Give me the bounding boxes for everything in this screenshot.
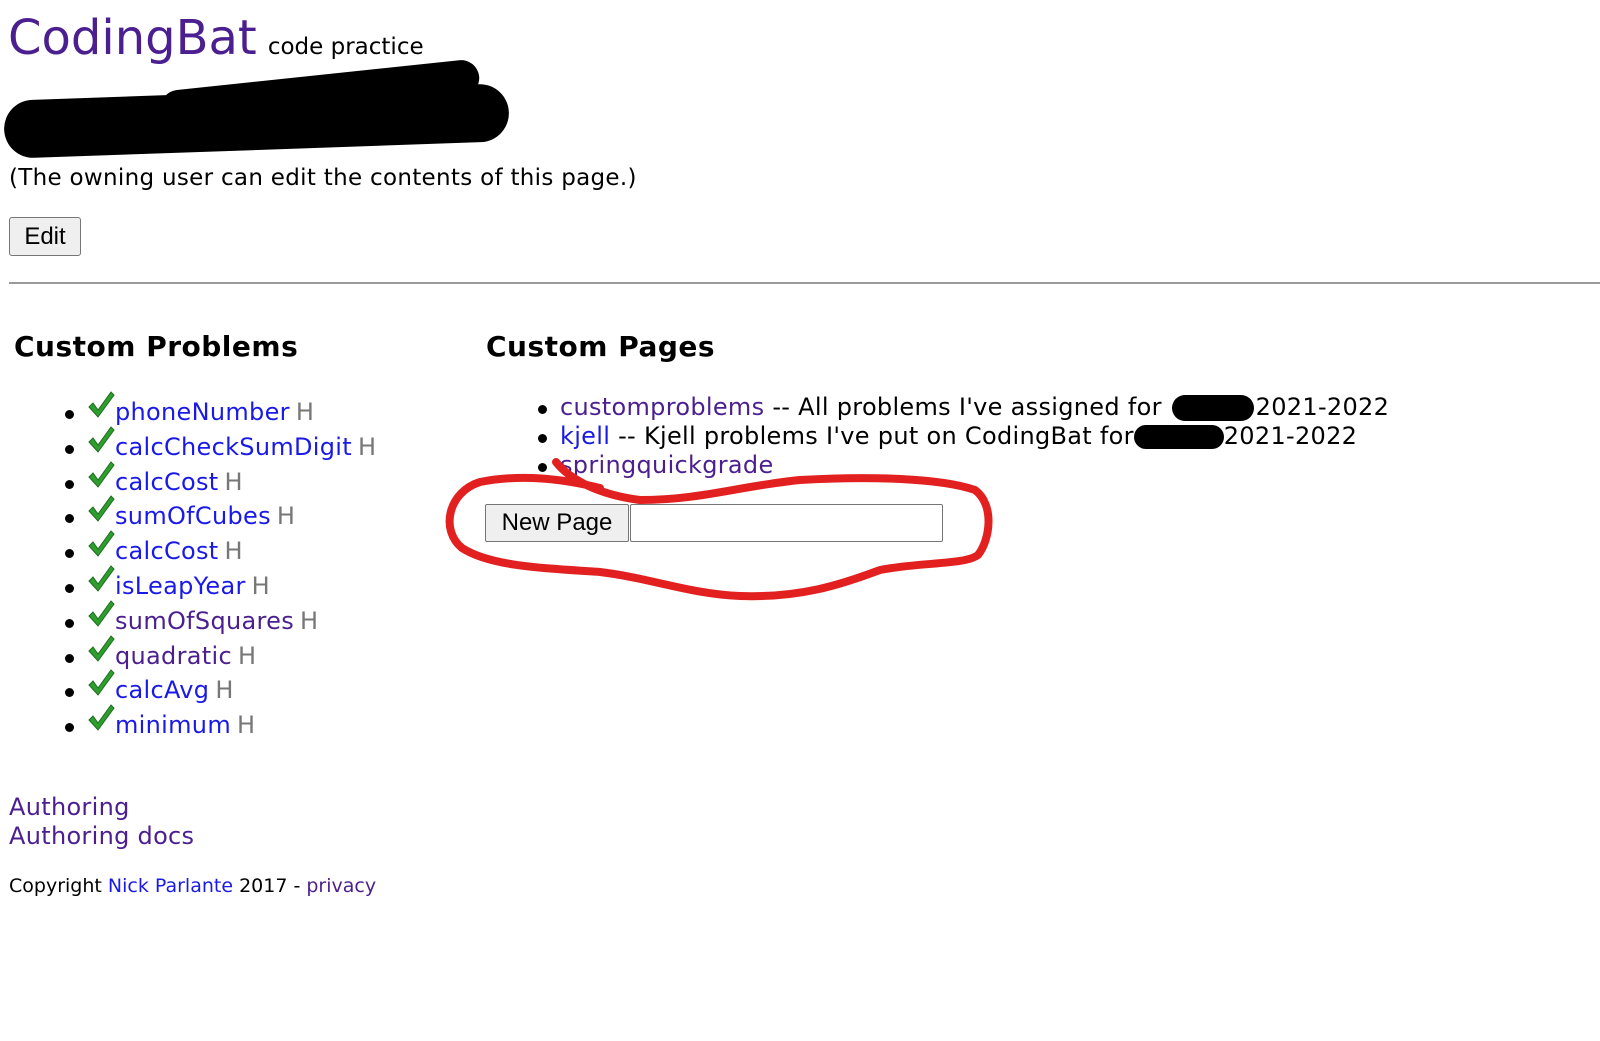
authoring-docs-link[interactable]: Authoring docs — [9, 822, 194, 851]
page: CodingBat code practice (The owning user… — [0, 0, 1600, 1041]
problem-flag: H — [251, 571, 270, 600]
page-description: -- All problems I've assigned for — [764, 393, 1170, 421]
custom-pages-title: Custom Pages — [486, 330, 716, 363]
problem-link-calccost[interactable]: calcCost — [115, 468, 219, 496]
checkmark-icon — [88, 600, 115, 627]
page-link-kjell[interactable]: kjell — [560, 422, 610, 450]
custom-problems-title: Custom Problems — [14, 330, 299, 363]
checkmark-icon — [88, 565, 115, 592]
page-description: -- Kjell problems I've put on CodingBat … — [610, 422, 1142, 450]
checkmark-icon — [88, 426, 115, 453]
redaction-mark — [1133, 425, 1224, 449]
problem-link-calcavg[interactable]: calcAvg — [115, 676, 209, 704]
problem-link-sumofsquares[interactable]: sumOfSquares — [115, 607, 294, 635]
new-page-button[interactable]: New Page — [485, 504, 629, 542]
privacy-link[interactable]: privacy — [306, 875, 376, 897]
checkmark-icon — [88, 495, 115, 523]
list-item: minimum H — [63, 704, 376, 743]
copyright-line: Copyright Nick Parlante 2017 - privacy — [9, 875, 376, 897]
new-page-name-input[interactable] — [630, 504, 943, 542]
authoring-link[interactable]: Authoring — [9, 793, 194, 822]
copyright-text: Copyright — [9, 875, 108, 897]
problem-link-sumofcubes[interactable]: sumOfCubes — [115, 502, 271, 530]
author-link[interactable]: Nick Parlante — [108, 875, 233, 897]
brand-tagline: code practice — [267, 34, 424, 60]
checkmark-icon — [88, 704, 115, 731]
horizontal-divider — [9, 282, 1600, 284]
checkmark-icon — [88, 530, 115, 557]
list-item: kjell -- Kjell problems I've put on Codi… — [538, 422, 1389, 451]
custom-pages-list: customproblems -- All problems I've assi… — [538, 393, 1389, 480]
problem-flag: H — [357, 432, 377, 461]
problem-link-phonenumber[interactable]: phoneNumber — [115, 398, 290, 426]
list-item: customproblems -- All problems I've assi… — [538, 393, 1389, 422]
page-link-customproblems[interactable]: customproblems — [560, 393, 764, 421]
problem-flag: H — [215, 676, 234, 705]
problem-link-isleapyear[interactable]: isLeapYear — [115, 572, 246, 600]
problem-link-calccost[interactable]: calcCost — [115, 537, 219, 565]
page-link-springquickgrade[interactable]: springquickgrade — [560, 451, 774, 479]
checkmark-icon — [88, 669, 115, 697]
problem-flag: H — [300, 606, 319, 635]
problem-link-quadratic[interactable]: quadratic — [115, 642, 232, 670]
checkmark-icon — [88, 391, 115, 418]
problem-flag: H — [295, 398, 314, 426]
owner-edit-note: (The owning user can edit the contents o… — [9, 165, 637, 191]
problem-link-minimum[interactable]: minimum — [115, 711, 231, 739]
site-header: CodingBat code practice — [8, 10, 424, 66]
problem-flag: H — [237, 641, 256, 670]
page-description-year: 2021-2022 — [1255, 393, 1390, 421]
problem-link-calcchecksumdigit[interactable]: calcCheckSumDigit — [115, 433, 352, 461]
copyright-year: 2017 - — [233, 875, 307, 897]
custom-problems-list: phoneNumber HcalcCheckSumDigit HcalcCost Hs… — [63, 391, 377, 743]
edit-button[interactable]: Edit — [9, 217, 81, 256]
page-description-year: 2021-2022 — [1223, 422, 1358, 450]
problem-flag: H — [224, 467, 243, 496]
checkmark-icon — [88, 634, 115, 662]
problem-flag: H — [237, 711, 256, 740]
list-item: springquickgrade — [538, 451, 1389, 480]
footer-links: Authoring Authoring docs — [9, 793, 194, 851]
problem-flag: H — [276, 502, 295, 531]
redaction-mark — [1171, 395, 1254, 421]
problem-flag: H — [224, 537, 243, 566]
brand-logo-link[interactable]: CodingBat — [8, 10, 257, 66]
checkmark-icon — [88, 460, 115, 488]
